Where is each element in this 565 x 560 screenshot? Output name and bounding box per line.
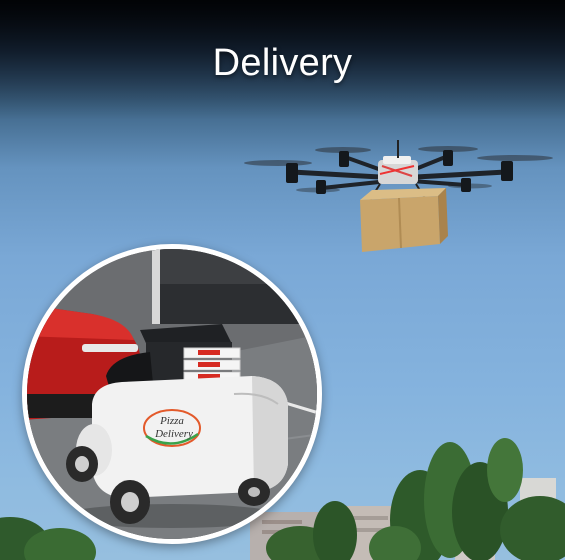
delivery-robot-illustration: Pizza Delivery [27,249,317,539]
delivery-card[interactable]: Delivery Pizza Delivery [0,0,565,560]
robot-inset-photo: Pizza Delivery [22,244,322,544]
robot-logo-line2: Delivery [154,428,193,440]
robot-logo-line1: Pizza [159,415,184,427]
drone-illustration [244,140,553,252]
package-box [360,188,448,252]
card-title: Delivery [212,42,353,84]
